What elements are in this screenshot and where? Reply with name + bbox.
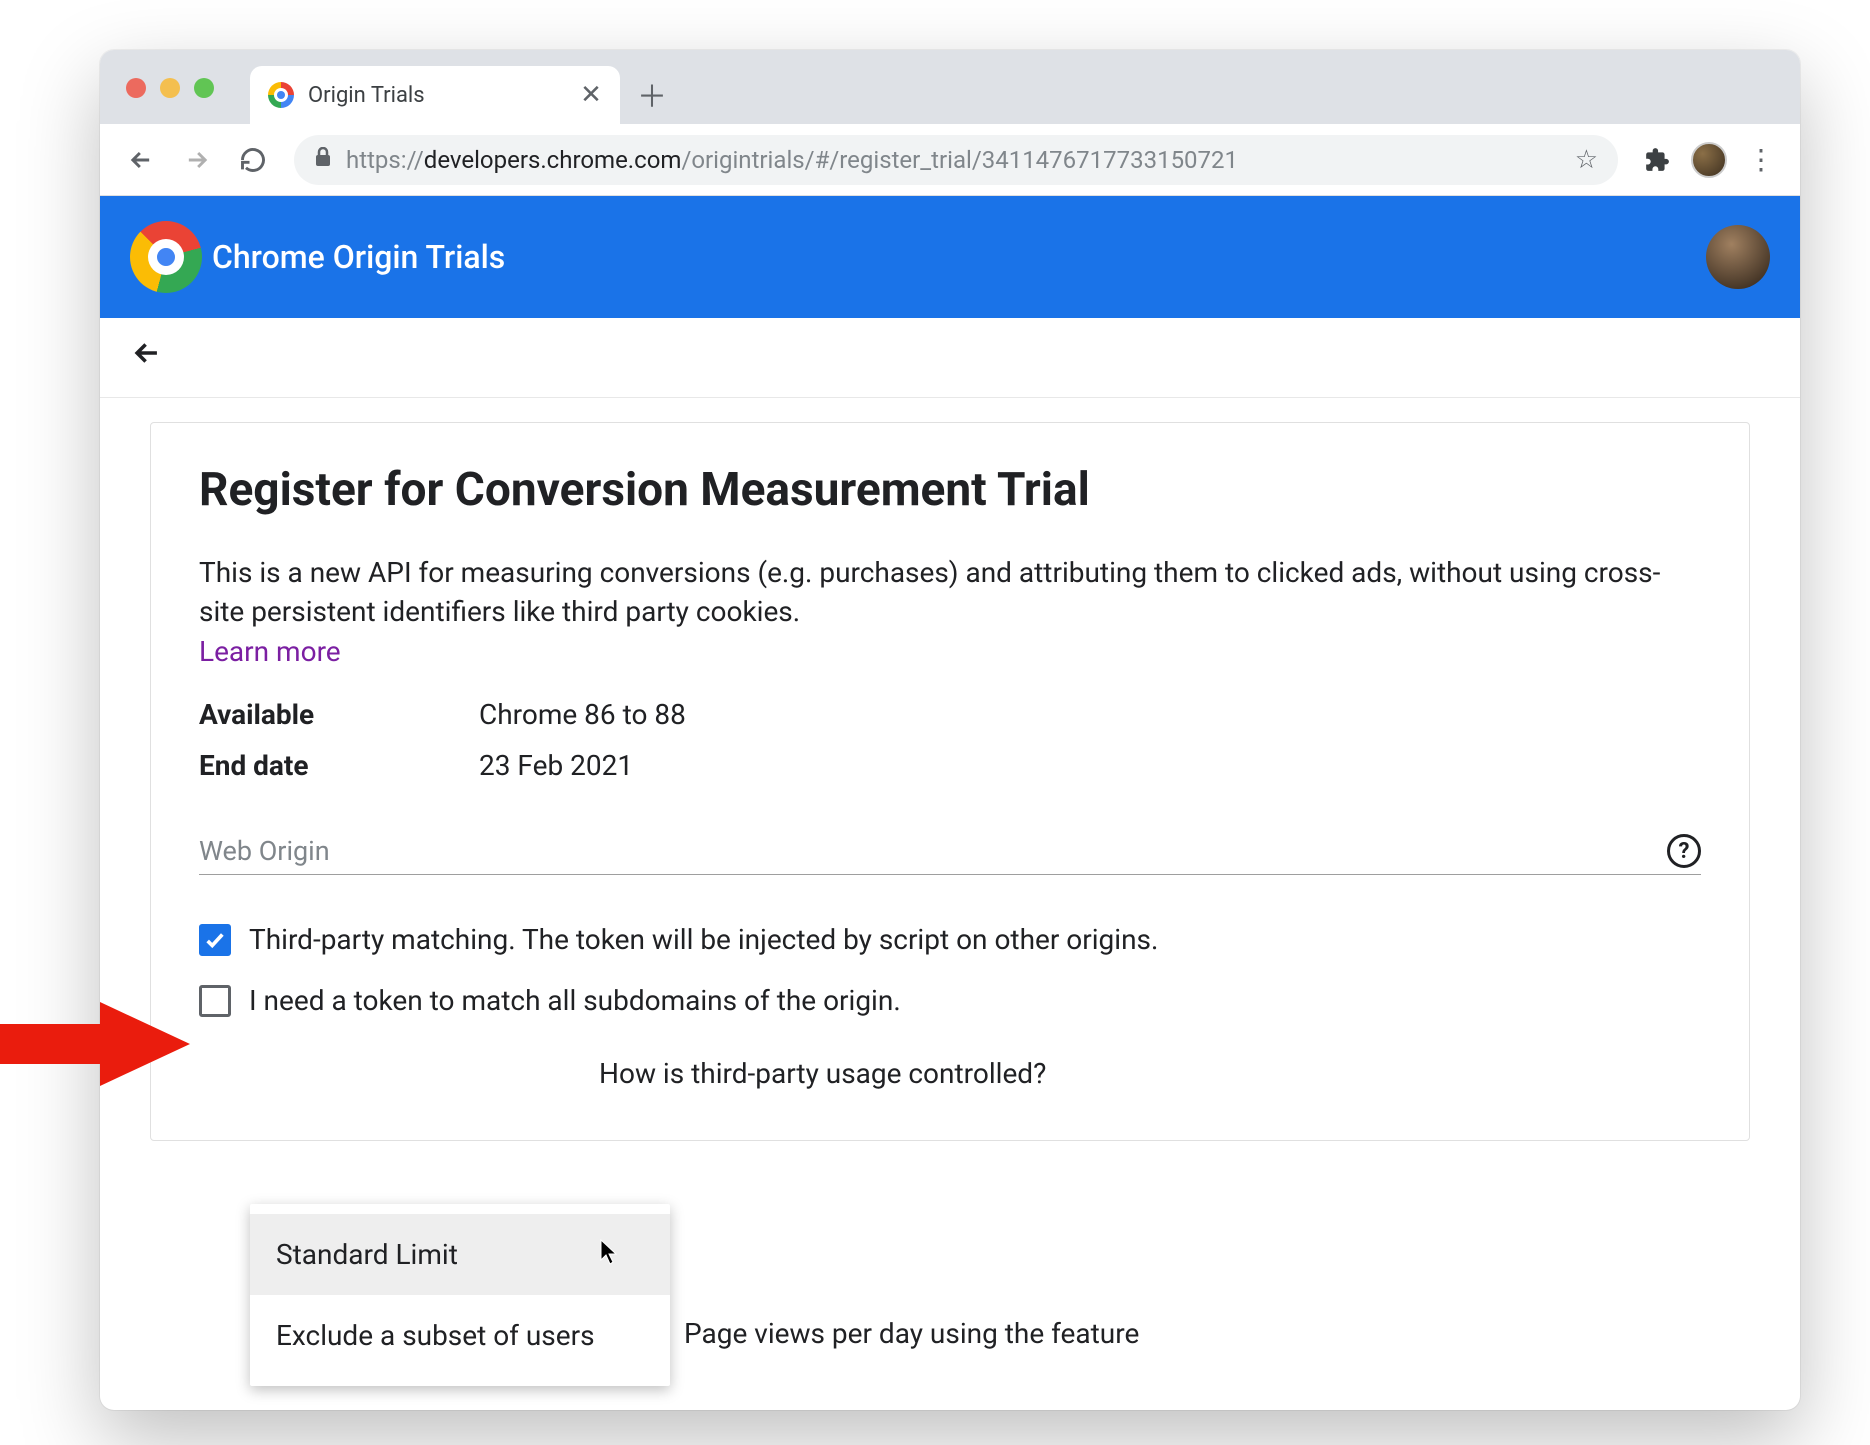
subdomains-checkbox[interactable] <box>199 985 231 1017</box>
browser-tab[interactable]: Origin Trials ✕ <box>250 66 620 124</box>
chrome-logo-icon <box>130 221 202 293</box>
page-title: Register for Conversion Measurement Tria… <box>199 463 1701 517</box>
learn-more-link[interactable]: Learn more <box>199 635 341 668</box>
mouse-cursor-icon <box>598 1238 620 1266</box>
help-icon[interactable]: ? <box>1667 834 1701 868</box>
subdomains-checkbox-label: I need a token to match all subdomains o… <box>249 984 901 1017</box>
subdomains-checkbox-row: I need a token to match all subdomains o… <box>199 984 1701 1017</box>
usage-limit-dropdown-menu: Standard Limit Exclude a subset of users <box>250 1204 670 1386</box>
tab-title: Origin Trials <box>308 83 425 108</box>
thirdparty-checkbox[interactable] <box>199 924 231 956</box>
extensions-icon[interactable] <box>1636 139 1678 181</box>
close-window-button[interactable] <box>126 78 146 98</box>
available-label: Available <box>199 698 479 731</box>
bookmark-star-icon[interactable]: ☆ <box>1575 145 1598 175</box>
available-value: Chrome 86 to 88 <box>479 698 686 731</box>
enddate-label: End date <box>199 749 479 782</box>
address-bar[interactable]: https://developers.chrome.com/origintria… <box>294 135 1618 185</box>
thirdparty-checkbox-row: Third-party matching. The token will be … <box>199 923 1701 956</box>
lock-icon <box>314 147 332 172</box>
profile-avatar-small[interactable] <box>1688 139 1730 181</box>
new-tab-button[interactable]: ＋ <box>632 74 672 114</box>
registration-card: Register for Conversion Measurement Tria… <box>150 422 1750 1141</box>
page-content: Register for Conversion Measurement Tria… <box>100 398 1800 1141</box>
trial-description: This is a new API for measuring conversi… <box>199 553 1701 631</box>
usage-question: How is third-party usage controlled? <box>599 1057 1701 1090</box>
enddate-row: End date 23 Feb 2021 <box>199 749 1701 782</box>
zoom-window-button[interactable] <box>194 78 214 98</box>
page-back-arrow-icon[interactable] <box>130 336 164 380</box>
url-text: https://developers.chrome.com/origintria… <box>346 146 1238 174</box>
user-avatar[interactable] <box>1706 225 1770 289</box>
available-row: Available Chrome 86 to 88 <box>199 698 1701 731</box>
browser-toolbar: https://developers.chrome.com/origintria… <box>100 124 1800 196</box>
menu-item-label: Exclude a subset of users <box>276 1319 595 1352</box>
menu-item-standard-limit[interactable]: Standard Limit <box>250 1214 670 1295</box>
web-origin-label: Web Origin <box>199 835 1667 867</box>
reload-button[interactable] <box>230 137 276 183</box>
forward-button[interactable] <box>174 137 220 183</box>
chrome-favicon-icon <box>268 82 294 108</box>
app-header: Chrome Origin Trials <box>100 196 1800 318</box>
browser-window: Origin Trials ✕ ＋ https://developers.chr… <box>100 50 1800 1410</box>
web-origin-field[interactable]: Web Origin ? <box>199 834 1701 875</box>
tab-strip: Origin Trials ✕ ＋ <box>100 50 1800 124</box>
menu-item-label: Standard Limit <box>276 1238 458 1271</box>
close-tab-icon[interactable]: ✕ <box>580 84 602 106</box>
thirdparty-checkbox-label: Third-party matching. The token will be … <box>249 923 1158 956</box>
pageviews-label: Page views per day using the feature <box>684 1317 1139 1350</box>
window-controls <box>126 78 214 98</box>
page-subheader <box>100 318 1800 398</box>
menu-item-exclude-subset[interactable]: Exclude a subset of users <box>250 1295 670 1376</box>
minimize-window-button[interactable] <box>160 78 180 98</box>
app-title: Chrome Origin Trials <box>212 238 505 276</box>
menu-kebab-icon[interactable]: ⋮ <box>1740 139 1782 181</box>
back-button[interactable] <box>118 137 164 183</box>
enddate-value: 23 Feb 2021 <box>479 749 633 782</box>
